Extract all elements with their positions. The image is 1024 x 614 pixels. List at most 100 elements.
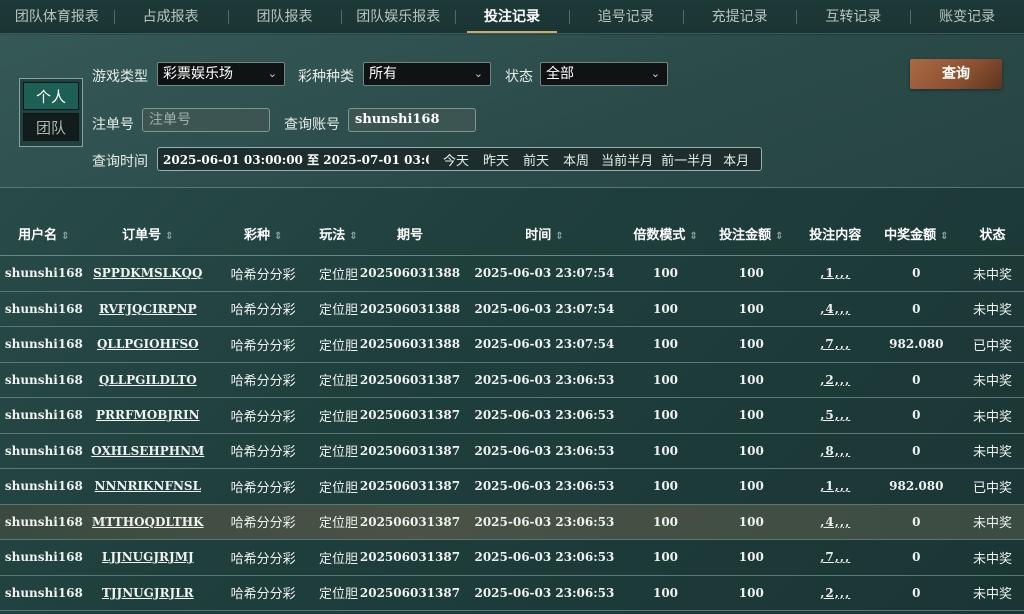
row-status: 未中奖 — [973, 516, 1013, 532]
row-lottery: 哈希分分彩 — [230, 551, 296, 567]
query-time-label: 查询时间 — [92, 154, 148, 170]
row-order-number[interactable]: MTTHOQDLTHK — [88, 515, 208, 529]
quick-range-today[interactable]: 今天 — [443, 150, 469, 169]
header-time[interactable]: 时间 ⇕ — [461, 224, 627, 243]
row-order-number[interactable]: TJJNUGJRJLR — [88, 586, 208, 600]
row-order-number[interactable]: RVFJQCIRPNP — [88, 302, 208, 316]
row-username: shunshi168 — [4, 443, 83, 458]
chevron-down-icon: ⌄ — [650, 67, 660, 80]
tab-transfer-records[interactable]: 互转记录 — [796, 0, 910, 33]
row-win-amount: 0 — [912, 443, 921, 458]
header-multiplier[interactable]: 倍数模式 ⇕ — [627, 224, 703, 243]
quick-range-yesterday[interactable]: 昨天 — [483, 150, 509, 169]
sort-icon: ⇕ — [775, 231, 784, 242]
sort-icon: ⇕ — [61, 231, 70, 242]
row-time: 2025-06-03 23:06:53 — [474, 514, 615, 529]
tab-chase-records[interactable]: 追号记录 — [568, 0, 683, 33]
tab-team-entertainment-report[interactable]: 团队娱乐报表 — [341, 0, 455, 33]
row-time: 2025-06-03 23:07:54 — [474, 337, 615, 352]
header-win-amount[interactable]: 中奖金额 ⇕ — [871, 224, 961, 243]
row-bet-amount: 100 — [738, 301, 764, 316]
header-order-number[interactable]: 订单号 ⇕ — [88, 224, 208, 243]
row-order-number[interactable]: OXHLSEHPHNM — [88, 444, 208, 458]
row-time: 2025-06-03 23:07:54 — [474, 301, 615, 316]
table-row: shunshi168 QLLPGIOHFSO 哈希分分彩 定位胆 20250603138… — [0, 327, 1024, 363]
row-bet-content[interactable]: ,2,,, — [799, 373, 871, 387]
row-bet-content[interactable]: ,5,,, — [799, 408, 871, 422]
query-account-input[interactable]: shunshi168 — [348, 108, 476, 132]
lottery-kind-value: 所有 — [369, 66, 397, 82]
row-play: 定位胆 — [318, 409, 358, 425]
tab-team-report[interactable]: 团队报表 — [227, 0, 342, 33]
row-time: 2025-06-03 23:06:53 — [474, 479, 615, 494]
row-bet-content[interactable]: ,2,,, — [799, 586, 871, 600]
time-range-input[interactable]: 2025-06-01 03:00:00 至 2025-07-01 03:00:0… — [158, 151, 429, 168]
query-account-label: 查询账号 — [284, 117, 340, 133]
row-time: 2025-06-03 23:06:53 — [474, 443, 615, 458]
order-number-input[interactable]: 注单号 — [142, 108, 270, 132]
quick-range-this-week[interactable]: 本周 — [563, 150, 589, 169]
row-issue: 202506031387 — [359, 514, 461, 529]
chevron-down-icon: ⌄ — [473, 67, 483, 80]
row-bet-content[interactable]: ,4,,, — [799, 302, 871, 316]
header-lottery[interactable]: 彩种 ⇕ — [208, 224, 319, 243]
row-order-number[interactable]: QLLPGIOHFSO — [88, 337, 208, 351]
row-bet-content[interactable]: ,8,,, — [799, 444, 871, 458]
header-bet-amount[interactable]: 投注金额 ⇕ — [704, 224, 799, 243]
quick-range-this-month[interactable]: 本月 — [723, 150, 749, 169]
row-status: 已中奖 — [973, 338, 1013, 354]
row-bet-content[interactable]: ,7,,, — [799, 550, 871, 564]
table-row: shunshi168 QLLPGILDLTO 哈希分分彩 定位胆 20250603138… — [0, 363, 1024, 398]
quick-range-current-half-month[interactable]: 当前半月 — [601, 150, 653, 169]
row-username: shunshi168 — [4, 550, 83, 565]
status-label: 状态 — [505, 69, 533, 85]
row-bet-amount: 100 — [738, 408, 764, 423]
tab-team-sports-report[interactable]: 团队体育报表 — [0, 0, 114, 33]
row-order-number[interactable]: NNNRIKNFNSL — [88, 479, 208, 493]
row-bet-amount: 100 — [738, 372, 764, 387]
row-issue: 202506031387 — [359, 550, 461, 565]
row-bet-content[interactable]: ,1,,, — [799, 266, 871, 280]
row-bet-amount: 100 — [738, 514, 764, 529]
row-username: shunshi168 — [4, 514, 83, 529]
row-win-amount: 0 — [912, 266, 921, 281]
row-order-number[interactable]: SPPDKMSLKQQ — [88, 266, 208, 280]
row-multiplier: 100 — [652, 266, 679, 281]
lottery-kind-label: 彩种种类 — [298, 69, 354, 85]
quick-range-previous-half-month[interactable]: 前一半月 — [661, 150, 713, 169]
table-row: shunshi168 PRRFMOBJRIN 哈希分分彩 定位胆 20250603138… — [0, 398, 1024, 434]
tab-deposit-withdraw-records[interactable]: 充提记录 — [682, 0, 797, 33]
table-row: shunshi168 TJJNUGJRJLR 哈希分分彩 定位胆 20250603138… — [0, 576, 1024, 611]
row-status: 未中奖 — [973, 409, 1013, 425]
scope-team-button[interactable]: 团队 — [23, 113, 79, 141]
row-time: 2025-06-03 23:06:53 — [474, 408, 615, 423]
row-lottery: 哈希分分彩 — [230, 480, 296, 496]
quick-range-day-before[interactable]: 前天 — [523, 150, 549, 169]
row-bet-content[interactable]: ,7,,, — [799, 337, 871, 351]
status-select[interactable]: 全部 ⌄ — [540, 62, 668, 86]
row-bet-content[interactable]: ,4,,, — [799, 515, 871, 529]
header-username[interactable]: 用户名 ⇕ — [0, 224, 88, 243]
row-bet-content[interactable]: ,1,,, — [799, 479, 871, 493]
tab-share-report[interactable]: 占成报表 — [113, 0, 228, 33]
header-issue: 期号 — [396, 228, 423, 243]
game-type-select[interactable]: 彩票娱乐场 ⌄ — [157, 62, 285, 86]
tab-bet-records[interactable]: 投注记录 — [455, 0, 569, 33]
row-time: 2025-06-03 23:07:54 — [474, 266, 615, 281]
row-multiplier: 100 — [652, 337, 679, 352]
header-play[interactable]: 玩法 ⇕ — [318, 224, 358, 243]
row-time: 2025-06-03 23:06:53 — [474, 550, 615, 565]
tab-balance-change-records[interactable]: 账变记录 — [910, 0, 1024, 33]
row-status: 未中奖 — [973, 374, 1013, 390]
row-order-number[interactable]: PRRFMOBJRIN — [88, 408, 208, 422]
row-order-number[interactable]: QLLPGILDLTO — [88, 373, 208, 387]
row-username: shunshi168 — [4, 585, 83, 600]
row-win-amount: 0 — [912, 408, 921, 423]
row-play: 定位胆 — [318, 374, 358, 390]
lottery-kind-select[interactable]: 所有 ⌄ — [363, 62, 491, 86]
scope-personal-button[interactable]: 个人 — [23, 82, 79, 110]
row-username: shunshi168 — [4, 266, 83, 281]
row-order-number[interactable]: LJJNUGJRJMJ — [88, 550, 208, 564]
query-button[interactable]: 查询 — [910, 59, 1002, 89]
header-bet-content: 投注内容 — [809, 228, 862, 243]
